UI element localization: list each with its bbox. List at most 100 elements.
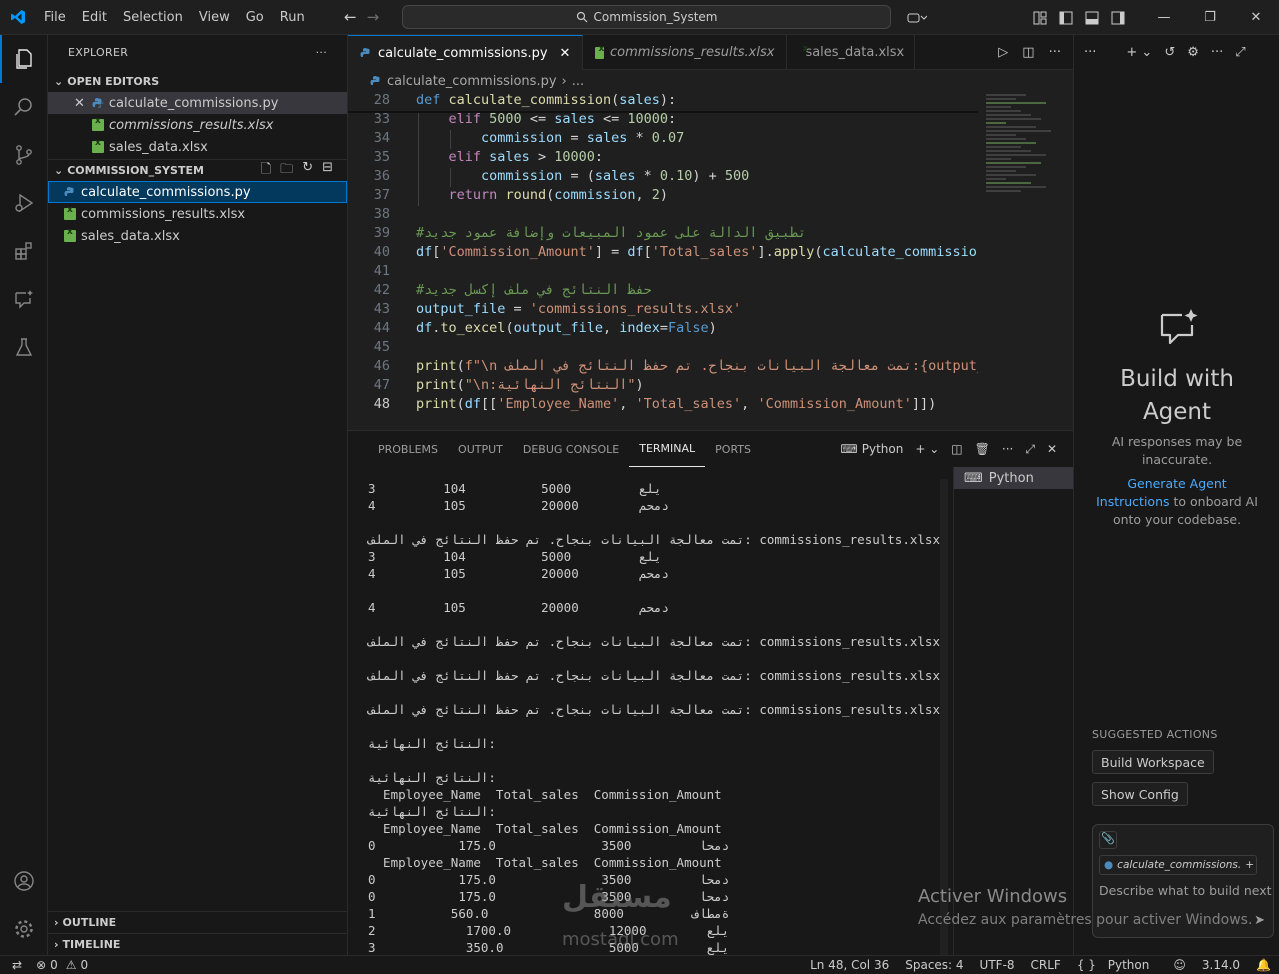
terminal-line: Employee_Name Total_sales Commission_Amo… [368,821,722,836]
minimap[interactable] [978,92,1073,430]
command-center-search[interactable]: Commission_System [402,5,891,29]
file-item[interactable]: sales_data.xlsx [48,225,347,247]
terminal-list-item[interactable]: ⌨ Python [954,467,1073,489]
folder-section[interactable]: ⌄ COMMISSION_SYSTEM 🗋 🗀 ↻ ⊟ [48,159,347,181]
tab-terminal[interactable]: TERMINAL [629,431,706,467]
file-item[interactable]: calculate_commissions.py [48,181,347,203]
menu-view[interactable]: View [191,0,238,35]
open-editor-item[interactable]: ✕ calculate_commissions.py [48,92,347,114]
maximize-panel-icon[interactable]: ⤢ [1025,442,1035,457]
tab-sales-data[interactable]: sales_data.xlsx [787,35,916,70]
outline-section[interactable]: › OUTLINE [48,911,348,933]
customize-layout-icon[interactable] [1027,0,1053,35]
minimize-button[interactable]: — [1141,0,1187,35]
account-icon[interactable] [0,857,48,905]
new-file-icon[interactable]: 🗋 [261,160,271,182]
tab-ports[interactable]: PORTS [705,431,761,467]
back-arrow-icon[interactable]: ← [344,8,357,26]
refresh-icon[interactable]: ↻ [302,160,313,182]
minimap-line [986,118,1041,120]
title-bar: File Edit Selection View Go Run ← → Comm… [0,0,1279,35]
menu-edit[interactable]: Edit [74,0,115,35]
close-icon[interactable]: ✕ [74,96,85,111]
testing-flask-icon[interactable] [0,323,48,371]
open-editor-item[interactable]: commissions_results.xlsx [48,114,347,136]
cursor-position[interactable]: Ln 48, Col 36 [802,958,897,972]
attach-icon[interactable]: 📎 [1099,831,1117,849]
close-button[interactable]: ✕ [1233,0,1279,35]
tab-calculate-commissions[interactable]: calculate_commissions.py ✕ [348,35,584,70]
line-number: 42 [373,282,390,298]
run-debug-icon[interactable] [0,179,48,227]
remote-icon[interactable]: ⇄ [12,958,22,972]
chat-sparkle-icon[interactable] [0,275,48,323]
more-actions-icon[interactable]: ··· [1084,45,1096,60]
trash-icon[interactable]: 🗑 [975,442,990,456]
language-mode[interactable]: { } Python [1069,958,1166,972]
open-editors-section[interactable]: ⌄ OPEN EDITORS [48,70,347,92]
toggle-secondary-sidebar-icon[interactable] [1105,0,1131,35]
terminal-line: Employee_Name Total_sales Commission_Amo… [368,855,722,870]
build-workspace-button[interactable]: Build Workspace [1092,750,1214,774]
line-endings[interactable]: CRLF [1023,958,1069,972]
menu-selection[interactable]: Selection [115,0,191,35]
breadcrumb-file[interactable]: calculate_commissions.py [387,74,557,89]
new-terminal-icon[interactable]: + ⌄ [915,442,939,456]
tab-problems[interactable]: PROBLEMS [368,431,448,467]
problems-status[interactable]: ⇄ ⊗ 0 ⚠ 0 [0,958,88,972]
run-play-icon[interactable]: ▷ [998,45,1008,60]
forward-arrow-icon[interactable]: → [367,8,380,26]
indentation[interactable]: Spaces: 4 [897,958,971,972]
close-panel-icon[interactable]: ✕ [1047,442,1057,456]
python-version[interactable]: 3.14.0 [1194,958,1248,972]
agent-subtitle: AI responses may be inaccurate. [1111,434,1243,467]
encoding[interactable]: UTF-8 [972,958,1023,972]
history-icon[interactable]: ↺ [1164,45,1175,60]
split-terminal-icon[interactable]: ◫ [951,442,962,456]
split-editor-icon[interactable]: ◫ [1022,45,1034,60]
settings-gear-icon[interactable] [0,905,48,953]
new-chat-icon[interactable]: + ⌄ [1126,45,1152,60]
more-actions-icon[interactable]: ··· [316,46,327,59]
more-actions-icon[interactable]: ··· [1211,45,1223,60]
editor-group: calculate_commissions.py ✕ commissions_r… [348,35,1073,430]
maximize-icon[interactable]: ⤢ [1235,45,1245,60]
more-actions-icon[interactable]: ··· [1002,442,1013,456]
line-number: 46 [373,358,390,374]
close-icon[interactable]: ✕ [560,46,571,61]
add-icon[interactable]: + [1245,859,1258,871]
context-file-chip[interactable]: ● calculate_commissions. + [1099,855,1257,875]
copilot-status-icon[interactable]: ☺ [1165,958,1194,972]
toggle-sidebar-icon[interactable] [1053,0,1079,35]
menu-go[interactable]: Go [238,0,272,35]
tab-output[interactable]: OUTPUT [448,431,513,467]
tab-debug-console[interactable]: DEBUG CONSOLE [513,431,629,467]
toggle-panel-icon[interactable] [1079,0,1105,35]
code-editor[interactable]: 28 def calculate_commission(sales): 33 eli… [348,92,993,430]
new-folder-icon[interactable]: 🗀 [280,160,293,182]
open-editor-item[interactable]: sales_data.xlsx [48,136,347,158]
indent-guide [418,187,419,206]
send-icon[interactable]: ➤ [1254,913,1265,928]
chat-input[interactable]: Describe what to build next [1099,883,1272,898]
timeline-section[interactable]: › TIMELINE [48,933,348,955]
notifications-bell-icon[interactable]: 🔔 [1248,958,1279,972]
terminal-profile[interactable]: ⌨ Python [840,442,903,456]
settings-gear-icon[interactable]: ⚙ [1187,45,1199,60]
show-config-button[interactable]: Show Config [1092,782,1188,806]
source-control-icon[interactable] [0,131,48,179]
extensions-icon[interactable] [0,227,48,275]
file-item[interactable]: commissions_results.xlsx [48,203,347,225]
restore-button[interactable]: ❐ [1187,0,1233,35]
more-actions-icon[interactable]: ··· [1049,45,1061,60]
indent-guide [418,130,419,149]
explorer-icon[interactable] [0,35,48,83]
menu-run[interactable]: Run [272,0,313,35]
terminal-scrollbar[interactable] [940,479,948,956]
breadcrumb-rest[interactable]: ... [572,74,584,89]
tab-commissions-results[interactable]: commissions_results.xlsx [583,35,788,70]
copilot-icon[interactable] [897,0,937,35]
collapse-all-icon[interactable]: ⊟ [322,160,333,182]
menu-file[interactable]: File [36,0,74,35]
search-icon[interactable] [0,83,48,131]
